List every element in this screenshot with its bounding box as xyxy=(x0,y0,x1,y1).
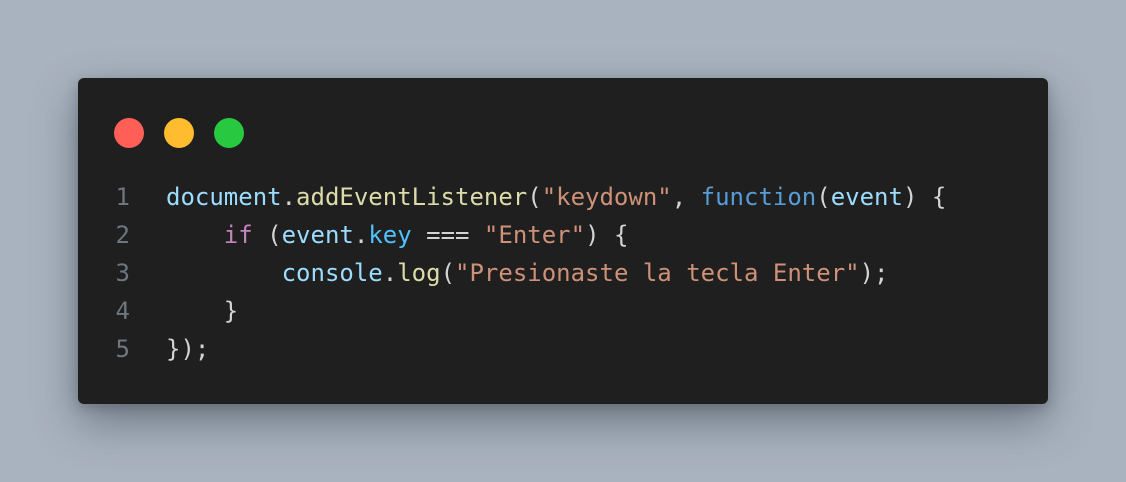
code-token: if xyxy=(223,221,253,249)
line-number: 2 xyxy=(115,221,130,249)
line-code: } xyxy=(166,292,238,330)
code-token: key xyxy=(368,221,412,249)
code-token: ( xyxy=(252,221,282,249)
code-line: 5}); xyxy=(78,330,1048,368)
line-number: 4 xyxy=(115,297,130,325)
code-window: 1 document.addEventListener("keydown", fu… xyxy=(78,78,1048,404)
code-token: , xyxy=(671,183,701,211)
code-token: } xyxy=(166,297,239,325)
code-token: event xyxy=(281,221,354,249)
code-line: 2 if (event.key === "Enter") { xyxy=(78,216,1048,254)
code-token: document xyxy=(166,183,282,211)
code-token: "Enter" xyxy=(483,221,586,249)
close-dot-icon[interactable] xyxy=(114,118,144,148)
line-code: }); xyxy=(166,330,209,368)
code-block: 1 document.addEventListener("keydown", fu… xyxy=(78,178,1048,368)
code-token: console xyxy=(281,259,383,287)
code-token: ) { xyxy=(585,221,629,249)
code-line: 3 console.log("Presionaste la tecla Ente… xyxy=(78,254,1048,292)
line-number: 1 xyxy=(115,183,130,211)
line-code: if (event.key === "Enter") { xyxy=(166,216,629,254)
code-token: ( xyxy=(527,183,542,211)
maximize-dot-icon[interactable] xyxy=(214,118,244,148)
line-number: 3 xyxy=(115,259,130,287)
code-line: 1 document.addEventListener("keydown", fu… xyxy=(78,178,1048,216)
line-code: console.log("Presionaste la tecla Enter"… xyxy=(166,254,889,292)
line-code: document.addEventListener("keydown", fun… xyxy=(166,178,946,216)
code-token: . xyxy=(382,259,398,287)
code-token: log xyxy=(397,259,441,287)
minimize-dot-icon[interactable] xyxy=(164,118,194,148)
code-token: ( xyxy=(440,259,456,287)
code-token: }); xyxy=(166,335,210,363)
line-number: 5 xyxy=(115,335,130,363)
code-token: . xyxy=(353,221,369,249)
code-token: === xyxy=(411,221,484,249)
code-token: ( xyxy=(816,183,831,211)
code-token: "Presionaste la tecla Enter" xyxy=(455,259,860,287)
code-token: ); xyxy=(859,259,889,287)
code-token: addEventListener xyxy=(296,183,528,211)
code-token: ) { xyxy=(902,183,947,211)
code-line: 4 } xyxy=(78,292,1048,330)
code-token: event xyxy=(830,183,903,211)
code-token: . xyxy=(281,183,297,211)
code-token: function xyxy=(700,183,817,211)
code-token: "keydown" xyxy=(541,183,672,211)
